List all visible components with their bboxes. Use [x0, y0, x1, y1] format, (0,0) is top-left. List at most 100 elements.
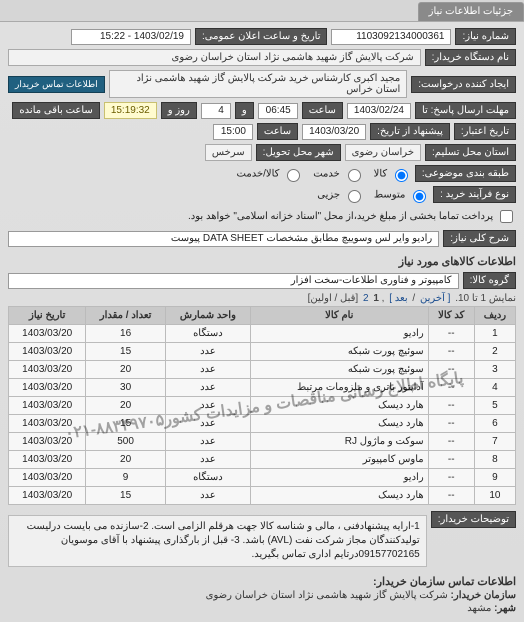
cell-code: --	[428, 415, 474, 433]
pager-prev[interactable]: [ آخرین	[420, 293, 450, 304]
cell-qty: 30	[86, 379, 165, 397]
validity-time-label: ساعت	[257, 123, 298, 140]
cell-name: سوکت و ماژول RJ	[250, 433, 428, 451]
table-row: 9--رادیودستگاه91403/03/20	[9, 469, 516, 487]
contact-buyer-button[interactable]: اطلاعات تماس خریدار	[8, 76, 105, 93]
th-row: ردیف	[474, 307, 515, 325]
cell-date: 1403/03/20	[9, 325, 86, 343]
cell-unit: عدد	[165, 415, 250, 433]
pager-prefix: نمایش 1 تا 10.	[455, 293, 516, 304]
cell-name: سوئیچ پورت شبکه	[250, 361, 428, 379]
pager-suffix: [قبل / اولین]	[308, 293, 359, 304]
cell-n: 7	[474, 433, 515, 451]
buyer-note-text: 1-ارایه پیشنهادفنی ، مالی و شناسه کالا ج…	[8, 515, 427, 567]
radio-medium[interactable]: متوسط	[374, 187, 429, 203]
buyer-org-value: شرکت پالایش گاز شهید هاشمی نژاد استان خر…	[8, 49, 421, 66]
cell-date: 1403/03/20	[9, 397, 86, 415]
cell-unit: عدد	[165, 451, 250, 469]
process-note: پرداخت تماما بخشی از مبلغ خرید،از محل "ا…	[188, 211, 493, 222]
cell-n: 3	[474, 361, 515, 379]
deadline-days-label: و	[235, 102, 254, 119]
cell-qty: 9	[86, 469, 165, 487]
table-row: 1--رادیودستگاه161403/03/20	[9, 325, 516, 343]
buyer-org-label: نام دستگاه خریدار:	[425, 49, 516, 66]
remain-label: ساعت باقی مانده	[12, 102, 99, 119]
radio-cash-label: کالا/خدمت	[237, 168, 280, 179]
footer-org-value: شرکت پالایش گاز شهید هاشمی نژاد استان خر…	[206, 590, 448, 601]
cell-code: --	[428, 379, 474, 397]
goods-section-title: اطلاعات کالاهای مورد نیاز	[8, 255, 516, 268]
announce-value: 1403/02/19 - 15:22	[71, 29, 191, 45]
cell-date: 1403/03/20	[9, 343, 86, 361]
cell-code: --	[428, 451, 474, 469]
deadline-days-suffix: روز و	[161, 102, 197, 119]
requester-label: ایجاد کننده درخواست:	[411, 76, 516, 93]
cell-n: 6	[474, 415, 515, 433]
need-no-value: 1103092134000361	[331, 29, 451, 45]
cell-n: 2	[474, 343, 515, 361]
cell-qty: 20	[86, 397, 165, 415]
cell-name: هارد دیسک	[250, 487, 428, 505]
radio-service[interactable]: خدمت	[313, 166, 363, 182]
cell-unit: عدد	[165, 361, 250, 379]
table-row: 10--هارد دیسکعدد151403/03/20	[9, 487, 516, 505]
cell-date: 1403/03/20	[9, 451, 86, 469]
process-label: نوع فرآیند خرید :	[433, 186, 516, 203]
table-row: 5--هارد دیسکعدد201403/03/20	[9, 397, 516, 415]
cell-code: --	[428, 469, 474, 487]
cell-name: سوئیچ پورت شبکه	[250, 343, 428, 361]
radio-goods-label: کالا	[374, 168, 388, 179]
province-value: خراسان رضوی	[345, 144, 421, 161]
footer-city-label: شهر:	[494, 603, 516, 614]
goods-group-label: گروه کالا:	[463, 272, 516, 289]
table-row: 6--هارد دیسکعدد151403/03/20	[9, 415, 516, 433]
cell-date: 1403/03/20	[9, 433, 86, 451]
validity-time: 15:00	[213, 124, 253, 140]
cell-code: --	[428, 433, 474, 451]
content-area: شماره نیاز: 1103092134000361 تاریخ و ساع…	[0, 22, 524, 622]
footer-city-value: مشهد	[467, 603, 491, 614]
th-qty: تعداد / مقدار	[86, 307, 165, 325]
pager: نمایش 1 تا 10. [ آخرین / بعد ] , 1 2 [قب…	[8, 293, 516, 304]
cell-date: 1403/03/20	[9, 415, 86, 433]
radio-small-label: جزیی	[317, 189, 340, 200]
cell-n: 5	[474, 397, 515, 415]
goods-table: ردیف کد کالا نام کالا واحد شمارش تعداد /…	[8, 306, 516, 505]
main-desc-label: شرح کلی نیاز:	[443, 230, 516, 247]
cell-qty: 15	[86, 415, 165, 433]
th-date: تاریخ نیاز	[9, 307, 86, 325]
need-no-label: شماره نیاز:	[455, 28, 516, 45]
radio-goods[interactable]: کالا	[374, 166, 411, 182]
cell-date: 1403/03/20	[9, 469, 86, 487]
th-unit: واحد شمارش	[165, 307, 250, 325]
table-row: 8--ماوس کامپیوترعدد201403/03/20	[9, 451, 516, 469]
cell-date: 1403/03/20	[9, 487, 86, 505]
footer-title: اطلاعات تماس سازمان خریدار:	[8, 575, 516, 588]
pager-page-1[interactable]: 1	[373, 293, 379, 304]
check-note[interactable]: پرداخت تماما بخشی از مبلغ خرید،از محل "ا…	[188, 207, 516, 226]
cell-qty: 15	[86, 343, 165, 361]
cell-n: 4	[474, 379, 515, 397]
cell-name: آداپتور باتری و ملزومات مرتبط	[250, 379, 428, 397]
radio-cash[interactable]: کالا/خدمت	[237, 166, 304, 182]
main-desc-value: رادیو وایر لس وسوییچ مطابق مشخصات DATA S…	[8, 231, 439, 247]
cell-n: 1	[474, 325, 515, 343]
countdown-timer: 15:19:32	[104, 102, 157, 119]
table-row: 3--سوئیچ پورت شبکهعدد201403/03/20	[9, 361, 516, 379]
pager-page-2[interactable]: 2	[363, 293, 369, 304]
cell-name: رادیو	[250, 325, 428, 343]
cell-qty: 500	[86, 433, 165, 451]
cell-code: --	[428, 397, 474, 415]
cell-code: --	[428, 325, 474, 343]
tab-details[interactable]: جزئیات اطلاعات نیاز	[418, 2, 524, 21]
th-code: کد کالا	[428, 307, 474, 325]
cell-unit: عدد	[165, 433, 250, 451]
cell-date: 1403/03/20	[9, 361, 86, 379]
radio-medium-label: متوسط	[374, 189, 405, 200]
radio-small[interactable]: جزیی	[317, 187, 364, 203]
pager-next[interactable]: بعد ]	[389, 293, 407, 304]
radio-service-label: خدمت	[313, 168, 340, 179]
cell-name: هارد دیسک	[250, 415, 428, 433]
cell-code: --	[428, 343, 474, 361]
packaging-label: طبقه بندی موضوعی:	[415, 165, 516, 182]
